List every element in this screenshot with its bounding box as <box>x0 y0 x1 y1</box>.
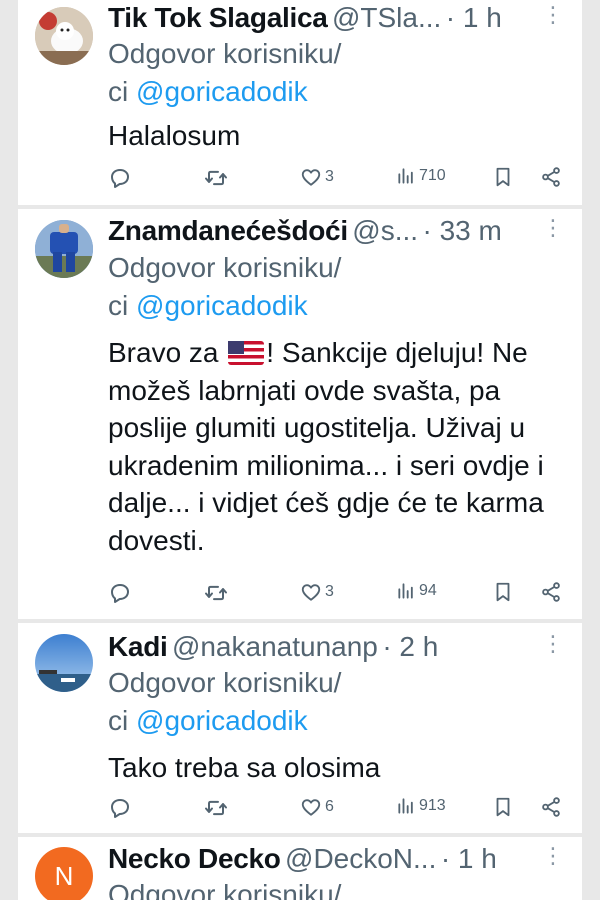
retweet-button[interactable] <box>204 166 228 190</box>
share-icon <box>540 166 562 188</box>
more-options-icon[interactable]: ⋮ <box>542 631 564 657</box>
reply-to-line: Odgovor korisniku/ <box>108 38 342 69</box>
timestamp[interactable]: · 33 m <box>422 215 501 246</box>
tweet-text: Bravo za ! Sankcije djeluju! Ne možeš la… <box>108 337 544 556</box>
view-count: 94 <box>419 582 437 599</box>
views-button[interactable]: 913 <box>396 796 446 816</box>
bookmark-button[interactable] <box>492 581 514 603</box>
timestamp[interactable]: · 1 h <box>441 843 497 874</box>
action-bar: 3 94 <box>108 581 578 611</box>
handle[interactable]: @TSla... <box>332 2 441 33</box>
reply-to-line-2: ci @goricadodik <box>108 290 308 321</box>
view-count: 710 <box>419 167 446 184</box>
tweet-header: Znamdanećešdoći @s... · 33 m ⋮ <box>108 215 574 255</box>
retweet-button[interactable] <box>204 581 228 605</box>
tweet-header: Necko Decko @DeckoN... · 1 h ⋮ <box>108 843 574 883</box>
action-bar: 6 913 <box>108 796 578 826</box>
tweet-card[interactable]: N Necko Decko @DeckoN... · 1 h ⋮ Odgovor… <box>18 837 582 900</box>
more-options-icon[interactable]: ⋮ <box>542 2 564 28</box>
tweet-card[interactable]: Znamdanećešdoći @s... · 33 m ⋮ Odgovor k… <box>18 209 582 619</box>
share-button[interactable] <box>540 796 562 818</box>
retweet-icon <box>204 166 228 190</box>
share-icon <box>540 796 562 818</box>
reply-to-line: Odgovor korisniku/ <box>108 667 342 698</box>
bookmark-icon <box>492 581 514 603</box>
reply-button[interactable] <box>108 581 132 605</box>
reply-button[interactable] <box>108 166 132 190</box>
avatar[interactable] <box>35 220 93 278</box>
avatar-letter: N <box>54 860 74 891</box>
more-options-icon[interactable]: ⋮ <box>542 215 564 241</box>
view-count: 913 <box>419 797 446 814</box>
bookmark-icon <box>492 796 514 818</box>
reply-to-line: Odgovor korisniku/ <box>108 252 342 283</box>
bookmark-button[interactable] <box>492 166 514 188</box>
avatar[interactable] <box>35 634 93 692</box>
bookmark-icon <box>492 166 514 188</box>
reply-to-line-2: ci @goricadodik <box>108 705 308 736</box>
like-count: 3 <box>325 583 334 600</box>
avatar[interactable] <box>35 7 93 65</box>
handle[interactable]: @s... <box>352 215 418 246</box>
retweet-icon <box>204 581 228 605</box>
share-button[interactable] <box>540 581 562 603</box>
handle[interactable]: @nakanatunanp <box>172 631 378 662</box>
us-flag-emoji-icon <box>228 341 265 365</box>
like-count: 6 <box>325 798 334 815</box>
more-options-icon[interactable]: ⋮ <box>542 843 564 869</box>
action-bar: 3 710 <box>108 166 578 196</box>
share-icon <box>540 581 562 603</box>
display-name[interactable]: Tik Tok Slagalica <box>108 2 328 33</box>
tweet-header: Tik Tok Slagalica @TSla... · 1 h ⋮ <box>108 2 574 42</box>
heart-icon <box>300 166 322 188</box>
reply-icon <box>108 166 132 190</box>
views-icon <box>396 796 416 816</box>
avatar[interactable]: N <box>35 847 93 900</box>
display-name[interactable]: Necko Decko <box>108 843 281 874</box>
reply-button[interactable] <box>108 796 132 820</box>
views-icon <box>396 166 416 186</box>
mention-link[interactable]: @goricadodik <box>136 76 308 107</box>
reply-to-line: Odgovor korisniku/ <box>108 879 342 900</box>
like-button[interactable]: 3 <box>300 581 334 603</box>
tweet-header: Kadi @nakanatunanp · 2 h ⋮ <box>108 631 574 671</box>
tweet-card[interactable]: Kadi @nakanatunanp · 2 h ⋮ Odgovor koris… <box>18 623 582 833</box>
handle[interactable]: @DeckoN... <box>285 843 436 874</box>
tweet-text: Tako treba sa olosima <box>108 752 381 783</box>
heart-icon <box>300 581 322 603</box>
reply-icon <box>108 581 132 605</box>
mention-link[interactable]: @goricadodik <box>136 290 308 321</box>
like-count: 3 <box>325 168 334 185</box>
retweet-icon <box>204 796 228 820</box>
bookmark-button[interactable] <box>492 796 514 818</box>
mention-link[interactable]: @goricadodik <box>136 705 308 736</box>
reply-icon <box>108 796 132 820</box>
tweet-card[interactable]: Tik Tok Slagalica @TSla... · 1 h ⋮ Odgov… <box>18 0 582 205</box>
views-icon <box>396 581 416 601</box>
display-name[interactable]: Znamdanećešdoći <box>108 215 348 246</box>
timestamp[interactable]: · 1 h <box>446 2 502 33</box>
views-button[interactable]: 710 <box>396 166 446 186</box>
timestamp[interactable]: · 2 h <box>382 631 438 662</box>
tweet-text: Halalosum <box>108 120 241 151</box>
views-button[interactable]: 94 <box>396 581 437 601</box>
display-name[interactable]: Kadi <box>108 631 168 662</box>
heart-icon <box>300 796 322 818</box>
reply-to-line-2: ci @goricadodik <box>108 76 308 107</box>
like-button[interactable]: 3 <box>300 166 334 188</box>
retweet-button[interactable] <box>204 796 228 820</box>
share-button[interactable] <box>540 166 562 188</box>
like-button[interactable]: 6 <box>300 796 334 818</box>
